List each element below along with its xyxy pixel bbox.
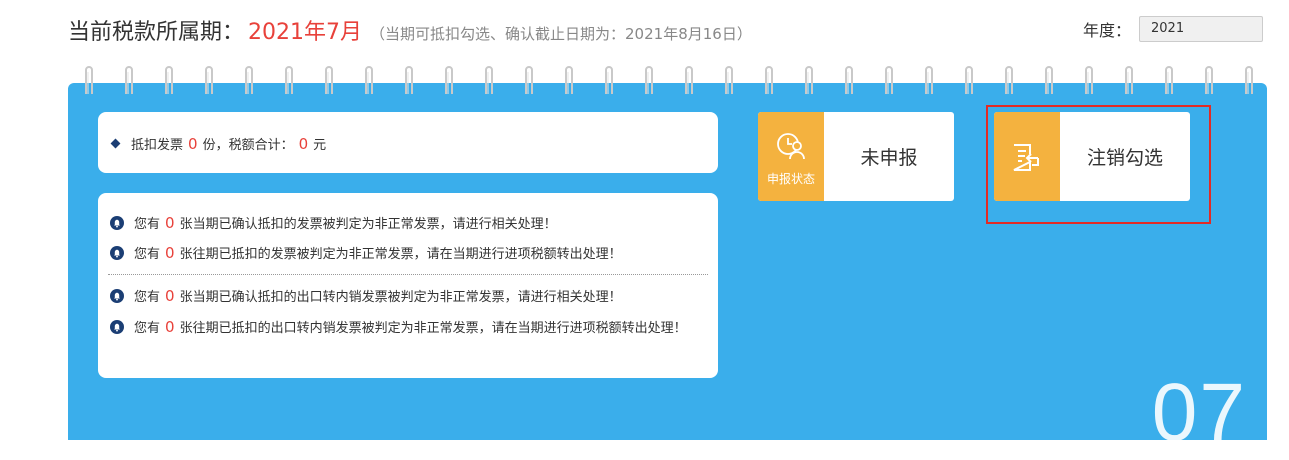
period-title-label: 当前税款所属期： — [68, 20, 245, 45]
binding-ring — [445, 66, 453, 94]
binding-ring — [325, 66, 333, 94]
alert-item: 您有 0 张往期已抵扣的发票被判定为非正常发票，请在当期进行进项税额转出处理！ — [110, 243, 710, 265]
binding-ring — [285, 66, 293, 94]
binding-ring — [645, 66, 653, 94]
bell-icon — [110, 246, 124, 260]
diamond-icon — [110, 138, 121, 149]
binding-ring — [125, 66, 133, 94]
deduction-summary-card: 抵扣发票 0 份，税额合计： 0 元 — [98, 112, 718, 173]
clock-person-icon — [777, 133, 805, 160]
calendar-binding-rings — [68, 64, 1267, 100]
alert-prefix: 您有 — [134, 247, 161, 262]
bell-icon — [110, 216, 124, 230]
status-icon-label: 申报状态 — [766, 172, 815, 186]
bell-icon — [110, 320, 124, 334]
cancel-check-highlight — [986, 105, 1211, 224]
alert-text: 张往期已抵扣的发票被判定为非正常发票，请在当期进行进项税额转出处理！ — [179, 247, 622, 262]
tax-total: 0 — [298, 134, 309, 153]
alert-prefix: 您有 — [134, 290, 161, 305]
binding-ring — [85, 66, 93, 94]
alert-text: 张当期已确认抵扣的出口转内销发票被判定为非正常发票，请进行相关处理！ — [179, 290, 622, 305]
declaration-status-tile[interactable]: 申报状态 未申报 — [758, 112, 954, 201]
binding-ring — [245, 66, 253, 94]
binding-ring — [1165, 66, 1173, 94]
binding-ring — [885, 66, 893, 94]
binding-ring — [685, 66, 693, 94]
binding-ring — [725, 66, 733, 94]
binding-ring — [1245, 66, 1253, 94]
binding-ring — [525, 66, 533, 94]
binding-ring — [1005, 66, 1013, 94]
binding-ring — [925, 66, 933, 94]
alert-item: 您有 0 张当期已确认抵扣的发票被判定为非正常发票，请进行相关处理！ — [110, 213, 710, 235]
year-label: 年度： — [1083, 21, 1132, 40]
binding-ring — [165, 66, 173, 94]
binding-ring — [1205, 66, 1213, 94]
binding-ring — [1085, 66, 1093, 94]
binding-ring — [765, 66, 773, 94]
alert-item: 您有 0 张往期已抵扣的出口转内销发票被判定为非正常发票，请在当期进行进项税额转出处… — [110, 317, 710, 339]
alert-count: 0 — [165, 214, 175, 232]
deadline-note: （当期可抵扣勾选、确认截止日期为：2021年8月16日） — [370, 25, 752, 43]
binding-ring — [565, 66, 573, 94]
alert-prefix: 您有 — [134, 321, 161, 336]
binding-ring — [205, 66, 213, 94]
alert-count: 0 — [165, 318, 175, 336]
bell-icon — [110, 289, 124, 303]
year-filter: 年度： 2021 — [1083, 16, 1264, 42]
alert-text: 张当期已确认抵扣的发票被判定为非正常发票，请进行相关处理！ — [179, 217, 557, 232]
binding-ring — [1125, 66, 1133, 94]
alert-count: 0 — [165, 287, 175, 305]
declaration-status-value: 未申报 — [860, 147, 918, 169]
binding-ring — [845, 66, 853, 94]
alert-text: 张往期已抵扣的出口转内销发票被判定为非正常发票，请在当期进行进项税额转出处理！ — [179, 321, 687, 336]
summary-suffix: 元 — [313, 138, 327, 153]
abnormal-invoice-alerts: 您有 0 张当期已确认抵扣的发票被判定为非正常发票，请进行相关处理！ 您有 0 张往期已… — [98, 193, 718, 378]
binding-ring — [1045, 66, 1053, 94]
alert-item: 您有 0 张当期已确认抵扣的出口转内销发票被判定为非正常发票，请进行相关处理！ — [110, 286, 710, 308]
summary-mid: 份，税额合计： — [202, 138, 294, 153]
alert-prefix: 您有 — [134, 217, 161, 232]
status-icon-box: 申报状态 — [758, 112, 824, 201]
alerts-divider — [108, 274, 708, 275]
binding-ring — [485, 66, 493, 94]
summary-prefix: 抵扣发票 — [131, 138, 184, 153]
deduction-summary: 抵扣发票 0 份，税额合计： 0 元 — [110, 134, 327, 153]
binding-ring — [405, 66, 413, 94]
binding-ring — [965, 66, 973, 94]
year-select[interactable]: 2021 — [1139, 16, 1264, 42]
month-number: 07 — [1151, 367, 1247, 458]
binding-ring — [805, 66, 813, 94]
period-header: 当前税款所属期： 2021年7月 （当期可抵扣勾选、确认截止日期为：2021年8… — [68, 14, 752, 54]
period-value: 2021年7月 — [248, 20, 363, 45]
binding-ring — [605, 66, 613, 94]
invoice-count: 0 — [188, 134, 198, 153]
binding-ring — [365, 66, 373, 94]
alert-count: 0 — [165, 244, 175, 262]
